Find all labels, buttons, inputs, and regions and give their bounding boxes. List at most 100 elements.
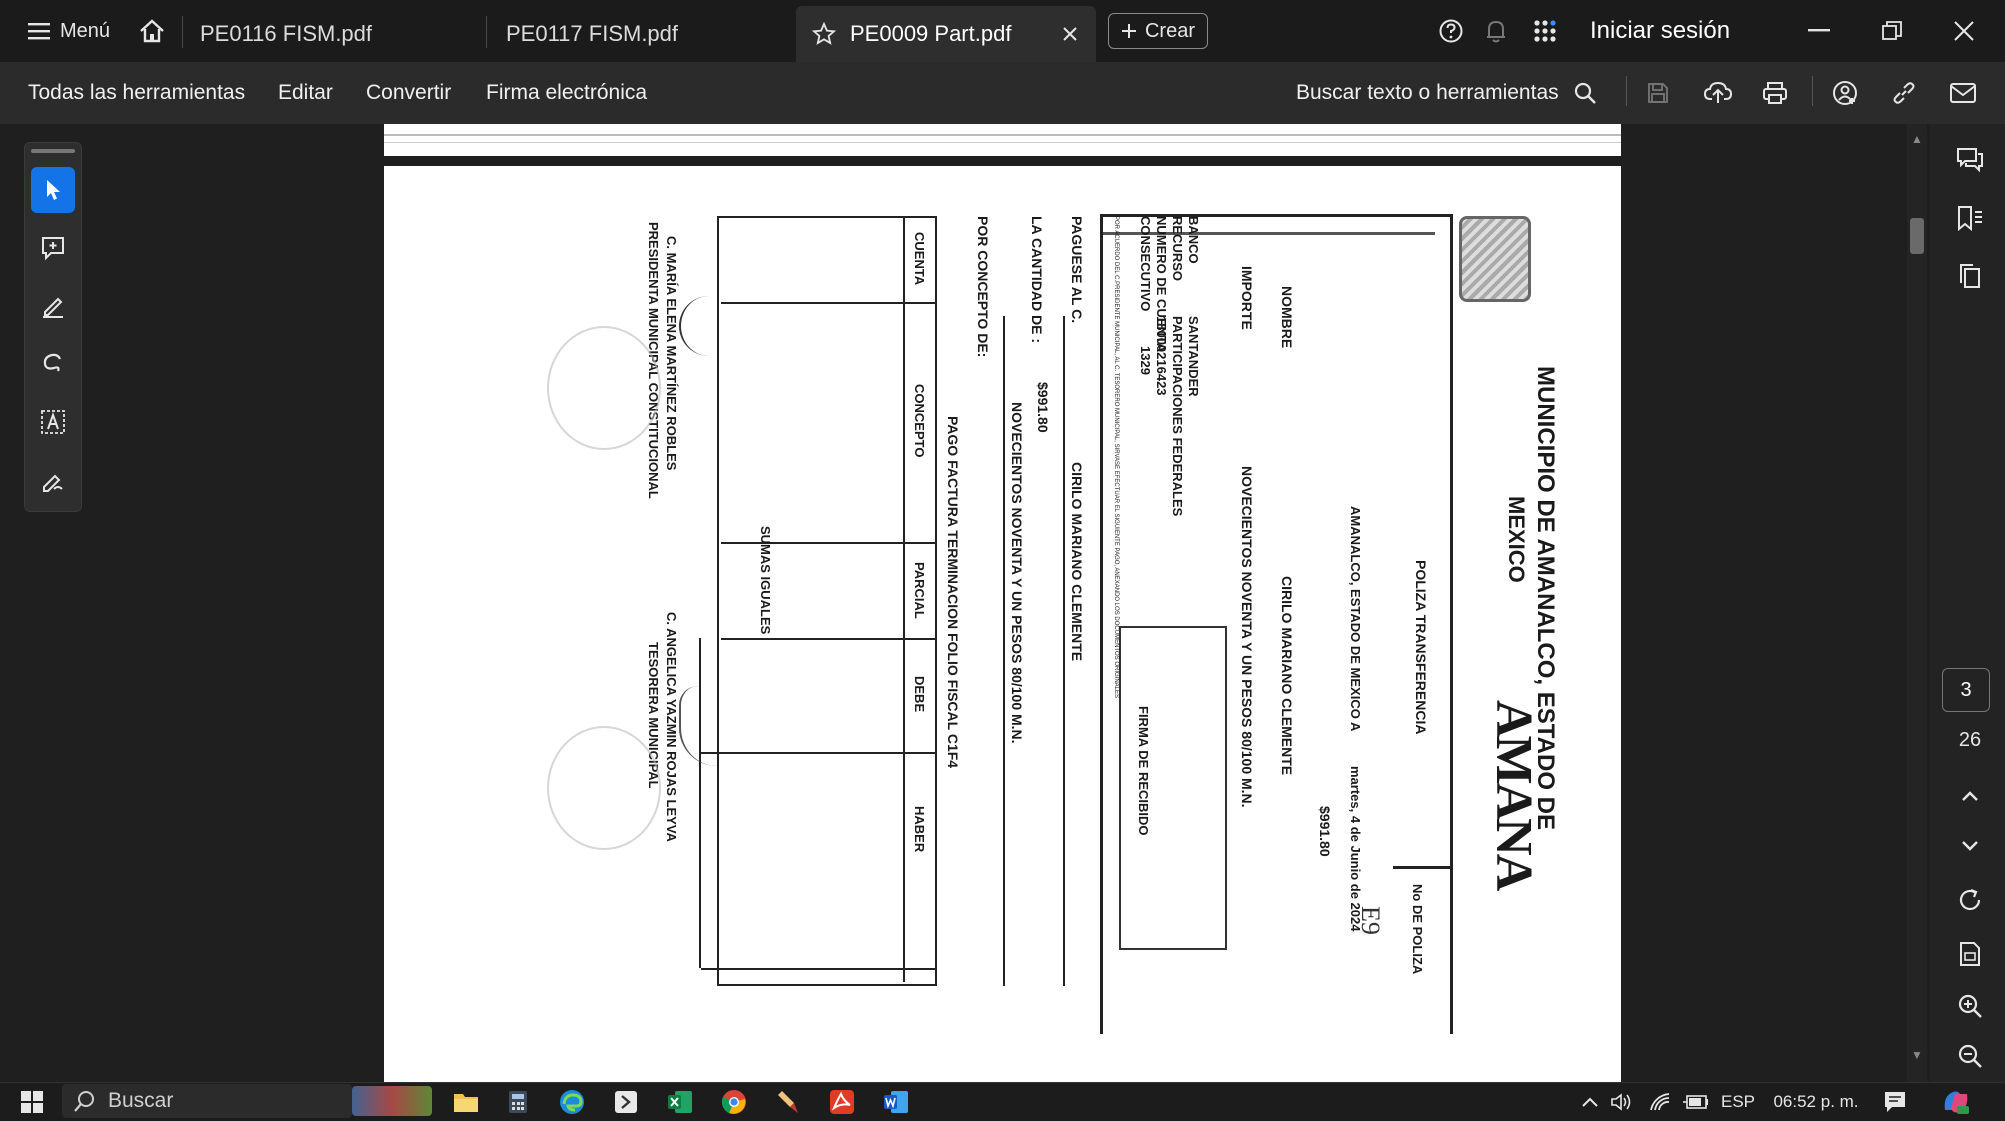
search-tools-label: Buscar texto o herramientas — [1296, 81, 1559, 104]
language-indicator[interactable]: ESP — [1718, 1086, 1758, 1118]
word-app[interactable] — [880, 1086, 912, 1118]
link-icon — [1892, 81, 1916, 105]
notifications-center-button[interactable] — [1880, 1086, 1910, 1118]
doc-consecutivo-label: CONSECUTIVO — [1138, 216, 1153, 312]
quick-tools-palette — [24, 142, 82, 512]
scroll-up-arrow-icon[interactable]: ▲ — [1911, 132, 1923, 146]
windows-logo-icon — [20, 1090, 44, 1114]
edge-app[interactable] — [556, 1086, 588, 1118]
doc-paguese-label: PAGUESE AL C. — [1069, 216, 1085, 324]
email-button[interactable] — [1950, 62, 1976, 124]
rotate-button[interactable] — [1950, 880, 1990, 920]
star-icon[interactable] — [812, 22, 836, 46]
doc-date: martes, 4 de Junio de 2024 — [1348, 766, 1363, 932]
sway-app[interactable] — [610, 1086, 642, 1118]
all-tools-menu[interactable]: Todas las herramientas — [28, 62, 245, 124]
previous-page — [384, 124, 1621, 156]
tab-pe0116[interactable]: PE0116 FISM.pdf — [200, 6, 480, 62]
previous-page-button[interactable] — [1950, 776, 1990, 816]
chevron-up-icon — [1961, 790, 1979, 802]
upload-button[interactable] — [1704, 62, 1732, 124]
menu-button[interactable]: Menú — [28, 0, 110, 62]
sign-in-button[interactable]: Iniciar sesión — [1590, 0, 1730, 62]
calculator-app[interactable] — [502, 1086, 534, 1118]
copilot-button[interactable] — [1938, 1086, 1974, 1118]
clock[interactable]: 06:52 p. m. — [1768, 1086, 1864, 1118]
calculator-icon — [508, 1090, 528, 1114]
save-button[interactable] — [1646, 62, 1670, 124]
search-icon — [1573, 81, 1597, 105]
tab-pe0117[interactable]: PE0117 FISM.pdf — [506, 6, 786, 62]
highlight-tool[interactable] — [31, 283, 75, 329]
pages-panel-button[interactable] — [1950, 256, 1990, 296]
comments-panel-button[interactable] — [1950, 140, 1990, 180]
vertical-scrollbar[interactable]: ▲ ▼ — [1907, 124, 1927, 1082]
text-select-tool[interactable] — [31, 399, 75, 445]
draw-tool[interactable] — [31, 341, 75, 387]
acrobat-app[interactable] — [826, 1086, 858, 1118]
create-button[interactable]: Crear — [1108, 13, 1208, 49]
battery-button[interactable] — [1682, 1086, 1710, 1118]
fit-page-icon — [1958, 941, 1982, 967]
doc-sumas-iguales: SUMAS IGUALES — [758, 526, 773, 635]
rotate-icon — [1957, 887, 1983, 913]
chrome-icon — [721, 1089, 747, 1115]
start-button[interactable] — [16, 1086, 48, 1118]
save-icon — [1646, 81, 1670, 105]
chrome-app[interactable] — [718, 1086, 750, 1118]
zoom-out-button[interactable] — [1950, 1036, 1990, 1076]
share-user-button[interactable] — [1832, 62, 1858, 124]
close-window-button[interactable] — [1954, 0, 1974, 62]
notifications-button[interactable] — [1484, 0, 1508, 62]
total-pages-value: 26 — [1958, 728, 1982, 751]
minimize-button[interactable] — [1808, 0, 1830, 62]
doc-concepto-value: PAGO FACTURA TERMINACION FOLIO FISCAL C1… — [945, 416, 961, 769]
clock-time: 06:52 p. m. — [1773, 1092, 1859, 1111]
fit-page-button[interactable] — [1950, 934, 1990, 974]
doc-signer2-name: C. ANGELICA YAZMIN ROJAS LEYVA — [664, 612, 679, 842]
paint-app[interactable] — [772, 1086, 804, 1118]
add-comment-tool[interactable] — [31, 225, 75, 271]
scroll-down-arrow-icon[interactable]: ▼ — [1911, 1048, 1923, 1062]
help-icon — [1438, 18, 1464, 44]
next-page-button[interactable] — [1950, 826, 1990, 866]
minimize-icon — [1808, 29, 1830, 33]
copy-link-button[interactable] — [1892, 62, 1916, 124]
bookmarks-panel-button[interactable] — [1950, 198, 1990, 238]
taskbar-search-label: Buscar — [108, 1089, 174, 1112]
current-page-input[interactable]: 3 — [1942, 668, 1990, 712]
edit-menu[interactable]: Editar — [278, 62, 333, 124]
print-button[interactable] — [1762, 62, 1788, 124]
tray-overflow-button[interactable] — [1578, 1086, 1602, 1118]
create-label: Crear — [1144, 19, 1195, 42]
restore-button[interactable] — [1882, 0, 1902, 62]
edge-browser-icon — [559, 1089, 585, 1115]
doc-cuenta-value: 18000216423 — [1154, 316, 1169, 396]
taskbar-search[interactable]: Buscar — [62, 1084, 352, 1118]
esign-menu[interactable]: Firma electrónica — [486, 62, 647, 124]
help-button[interactable] — [1438, 0, 1464, 62]
widgets-banner[interactable] — [352, 1086, 432, 1116]
message-icon — [1884, 1091, 1906, 1113]
file-explorer-app[interactable] — [450, 1086, 482, 1118]
battery-icon — [1683, 1094, 1709, 1110]
scrollbar-thumb[interactable] — [1910, 218, 1924, 254]
language-label: ESP — [1720, 1092, 1756, 1111]
zoom-in-button[interactable] — [1950, 986, 1990, 1026]
search-tools-button[interactable]: Buscar texto o herramientas — [1296, 62, 1597, 124]
chevron-up-icon — [1582, 1097, 1598, 1107]
home-button[interactable] — [138, 0, 166, 62]
toolbar: Todas las herramientas Editar Convertir … — [0, 62, 2005, 125]
apps-button[interactable] — [1532, 0, 1558, 62]
official-stamp-1 — [547, 326, 661, 450]
tab-pe0009[interactable]: PE0009 Part.pdf — [796, 6, 1096, 62]
volume-button[interactable] — [1608, 1086, 1636, 1118]
bookmark-icon — [1956, 205, 1984, 231]
select-tool[interactable] — [31, 167, 75, 213]
doc-importe-value: NOVECIENTOS NOVENTA Y UN PESOS 80/100 M.… — [1239, 466, 1255, 808]
sign-tool[interactable] — [31, 457, 75, 503]
close-tab-icon[interactable] — [1062, 26, 1078, 42]
excel-app[interactable] — [664, 1086, 696, 1118]
network-button[interactable] — [1646, 1086, 1674, 1118]
convert-menu[interactable]: Convertir — [366, 62, 451, 124]
